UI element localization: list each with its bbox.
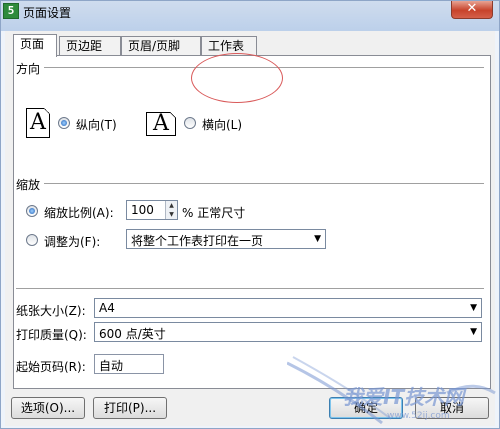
- portrait-page-icon: A: [26, 108, 50, 138]
- chevron-down-icon: ▼: [314, 234, 321, 244]
- cancel-button[interactable]: 取消: [415, 397, 489, 419]
- tab-margins[interactable]: 页边距: [59, 36, 121, 56]
- app-icon: 5: [3, 3, 19, 19]
- paper-size-value: A4: [99, 301, 115, 315]
- dialog-client: 页面 页边距 页眉/页脚 工作表 方向 A 纵向(T) A 横向(L) 缩放 缩…: [5, 31, 495, 426]
- landscape-page-icon: A: [146, 112, 176, 136]
- tab-page[interactable]: 页面: [13, 34, 57, 57]
- paper-size-dropdown[interactable]: A4 ▼: [94, 298, 482, 318]
- landscape-radio[interactable]: [184, 117, 196, 129]
- adjust-to-radio[interactable]: [26, 205, 38, 217]
- title-bar: 5 页面设置 ✕: [1, 1, 499, 29]
- fit-to-dropdown[interactable]: 将整个工作表打印在一页 ▼: [126, 229, 326, 249]
- portrait-label[interactable]: 纵向(T): [76, 116, 117, 133]
- scaling-section-label: 缩放: [16, 178, 41, 192]
- options-button[interactable]: 选项(O)...: [11, 397, 85, 419]
- fit-to-label[interactable]: 调整为(F):: [44, 233, 100, 250]
- fit-to-value: 将整个工作表打印在一页: [131, 234, 264, 248]
- paper-divider: [16, 288, 484, 290]
- chevron-down-icon: ▼: [470, 303, 477, 313]
- landscape-label[interactable]: 横向(L): [202, 116, 242, 133]
- print-button[interactable]: 打印(P)...: [93, 397, 167, 419]
- first-page-number-input[interactable]: 自动: [94, 354, 164, 374]
- paper-size-label: 纸张大小(Z):: [16, 304, 86, 318]
- spin-up-icon[interactable]: ▲: [166, 201, 177, 210]
- tab-header-footer[interactable]: 页眉/页脚: [121, 36, 201, 56]
- scaling-divider: [44, 183, 484, 185]
- adjust-to-label[interactable]: 缩放比例(A):: [44, 204, 114, 221]
- spin-down-icon[interactable]: ▼: [166, 210, 177, 219]
- stepper-buttons: ▲ ▼: [165, 201, 177, 219]
- first-page-number-label: 起始页码(R):: [16, 360, 86, 374]
- page-setup-dialog: 5 页面设置 ✕ 页面 页边距 页眉/页脚 工作表 方向 A 纵向(T) A 横…: [0, 0, 500, 429]
- annotation-ellipse: [191, 53, 283, 103]
- scale-percent-stepper[interactable]: 100 ▲ ▼: [126, 200, 178, 220]
- ok-button[interactable]: 确定: [329, 397, 403, 419]
- tab-panel-page: 方向 A 纵向(T) A 横向(L) 缩放 缩放比例(A): 100 ▲ ▼ %…: [13, 55, 491, 389]
- normal-size-label: % 正常尺寸: [182, 206, 246, 220]
- fit-to-radio[interactable]: [26, 234, 38, 246]
- print-quality-value: 600 点/英寸: [99, 327, 166, 341]
- print-quality-label: 打印质量(Q):: [16, 328, 87, 342]
- close-icon[interactable]: ✕: [451, 1, 493, 19]
- print-quality-dropdown[interactable]: 600 点/英寸 ▼: [94, 322, 482, 342]
- orientation-section-label: 方向: [16, 62, 41, 76]
- chevron-down-icon: ▼: [470, 327, 477, 337]
- scale-percent-value: 100: [131, 203, 154, 217]
- window-title: 页面设置: [23, 6, 72, 20]
- portrait-radio[interactable]: [58, 117, 70, 129]
